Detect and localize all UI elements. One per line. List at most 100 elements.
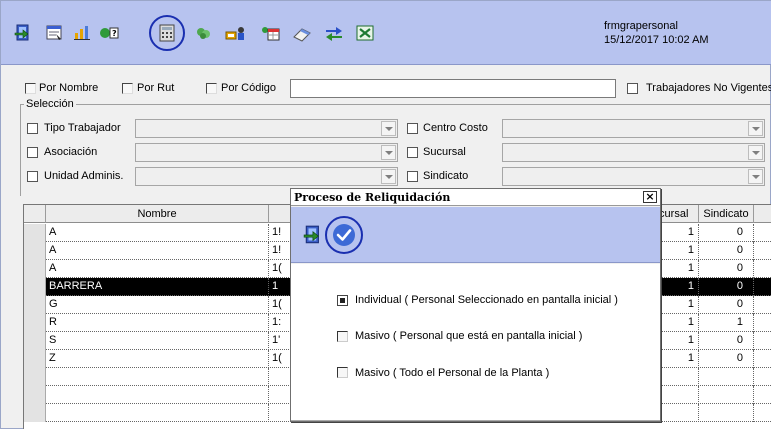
por-codigo-checkbox[interactable]	[206, 83, 217, 94]
tipo-trabajador-label: Tipo Trabajador	[44, 122, 121, 134]
centro-costo-select[interactable]	[502, 119, 765, 138]
seleccion-title: Selección	[24, 98, 76, 110]
cell-sindicato	[699, 404, 754, 422]
option-individual-radio[interactable]	[337, 295, 348, 306]
row-header[interactable]	[24, 404, 46, 422]
option-masivo-planta-label: Masivo ( Todo el Personal de la Planta )	[355, 367, 550, 379]
por-nombre-checkbox[interactable]	[25, 83, 36, 94]
cell-nombre: A	[46, 242, 269, 260]
cell-nombre	[46, 368, 269, 386]
cell-nombre: G	[46, 296, 269, 314]
tipo-trabajador-select[interactable]	[135, 119, 398, 138]
cell-nombre	[46, 404, 269, 422]
por-codigo-label: Por Código	[221, 82, 277, 94]
chevron-down-icon[interactable]	[381, 145, 396, 160]
cell-nombre: S	[46, 332, 269, 350]
form-name: frmgrapersonal	[604, 20, 678, 32]
sindicato-label: Sindicato	[423, 170, 469, 182]
close-icon[interactable]: ×	[643, 191, 657, 203]
chevron-down-icon[interactable]	[748, 145, 763, 160]
row-header[interactable]	[24, 242, 46, 260]
row-header-corner	[24, 205, 46, 223]
datetime: 15/12/2017 10:02 AM	[604, 34, 709, 46]
option-masivo-planta-radio[interactable]	[337, 367, 348, 378]
cell-sindicato: 0	[699, 278, 754, 296]
column-header-nombre[interactable]: Nombre	[46, 205, 269, 223]
cell-sindicato: 1	[699, 314, 754, 332]
asociacion-label: Asociación	[44, 146, 98, 158]
asociacion-checkbox[interactable]	[27, 147, 38, 158]
dialog-title: Proceso de Reliquidación ×	[291, 189, 660, 206]
row-header[interactable]	[24, 386, 46, 404]
unidad-adminis-label: Unidad Adminis.	[44, 170, 124, 182]
help-icon[interactable]: ?	[96, 21, 122, 45]
calculator-icon[interactable]	[149, 15, 185, 51]
cell-nombre: A	[46, 260, 269, 278]
report-icon[interactable]	[41, 21, 67, 45]
money-icon[interactable]	[191, 21, 217, 45]
tipo-trabajador-checkbox[interactable]	[27, 123, 38, 134]
por-rut-checkbox[interactable]	[122, 83, 133, 94]
chevron-down-icon[interactable]	[748, 121, 763, 136]
sindicato-select[interactable]	[502, 167, 765, 186]
option-individual-label: Individual ( Personal Seleccionado en pa…	[355, 294, 618, 306]
cell-nombre: A	[46, 224, 269, 242]
main-window: ? frmgrapersonal 15/12/2017 10:02 AM Por…	[0, 0, 771, 429]
cell-sindicato	[699, 386, 754, 404]
unidad-adminis-checkbox[interactable]	[27, 171, 38, 182]
cell-sindicato: 0	[699, 350, 754, 368]
sucursal-label: Sucursal	[423, 146, 466, 158]
row-header[interactable]	[24, 368, 46, 386]
cell-sindicato: 0	[699, 332, 754, 350]
option-masivo-pantalla-label: Masivo ( Personal que está en pantalla i…	[355, 330, 583, 342]
column-header-sindicato[interactable]: Sindicato	[699, 205, 754, 223]
dialog-toolbar	[291, 207, 660, 263]
dialog-options: Individual ( Personal Seleccionado en pa…	[291, 264, 660, 421]
chevron-down-icon[interactable]	[748, 169, 763, 184]
exit-icon[interactable]	[303, 224, 325, 249]
no-vigentes-checkbox[interactable]	[627, 83, 638, 94]
excel-icon[interactable]	[352, 21, 378, 45]
unidad-adminis-select[interactable]	[135, 167, 398, 186]
dialog-title-text: Proceso de Reliquidación	[294, 191, 451, 204]
cell-nombre	[46, 386, 269, 404]
table-icon[interactable]	[257, 21, 283, 45]
reliquidacion-dialog: Proceso de Reliquidación × Individual ( …	[290, 188, 661, 422]
svg-text:?: ?	[112, 29, 117, 38]
row-header[interactable]	[24, 278, 46, 296]
chevron-down-icon[interactable]	[381, 121, 396, 136]
sucursal-checkbox[interactable]	[407, 147, 418, 158]
por-nombre-label: Por Nombre	[39, 82, 99, 94]
sindicato-checkbox[interactable]	[407, 171, 418, 182]
cell-sindicato: 0	[699, 296, 754, 314]
transfer-icon[interactable]	[321, 21, 347, 45]
centro-costo-checkbox[interactable]	[407, 123, 418, 134]
accept-icon[interactable]	[325, 216, 363, 254]
option-masivo-pantalla-radio[interactable]	[337, 331, 348, 342]
cell-nombre: BARRERA	[46, 278, 269, 296]
header-info: frmgrapersonal 15/12/2017 10:02 AM	[604, 19, 709, 47]
cell-nombre: Z	[46, 350, 269, 368]
cell-sindicato: 0	[699, 242, 754, 260]
centro-costo-label: Centro Costo	[423, 122, 488, 134]
row-header[interactable]	[24, 332, 46, 350]
row-header[interactable]	[24, 350, 46, 368]
people-icon[interactable]	[223, 21, 249, 45]
cell-sindicato	[699, 368, 754, 386]
row-header[interactable]	[24, 260, 46, 278]
row-header[interactable]	[24, 224, 46, 242]
asociacion-select[interactable]	[135, 143, 398, 162]
sucursal-select[interactable]	[502, 143, 765, 162]
exit-icon[interactable]	[11, 21, 37, 45]
cell-sindicato: 0	[699, 224, 754, 242]
eraser-icon[interactable]	[289, 21, 315, 45]
por-rut-label: Por Rut	[137, 82, 175, 94]
cell-nombre: R	[46, 314, 269, 332]
search-input[interactable]	[290, 79, 616, 98]
cell-sindicato: 0	[699, 260, 754, 278]
no-vigentes-label: Trabajadores No Vigentes	[646, 82, 771, 94]
row-header[interactable]	[24, 296, 46, 314]
row-header[interactable]	[24, 314, 46, 332]
chart-icon[interactable]	[69, 21, 95, 45]
chevron-down-icon[interactable]	[381, 169, 396, 184]
